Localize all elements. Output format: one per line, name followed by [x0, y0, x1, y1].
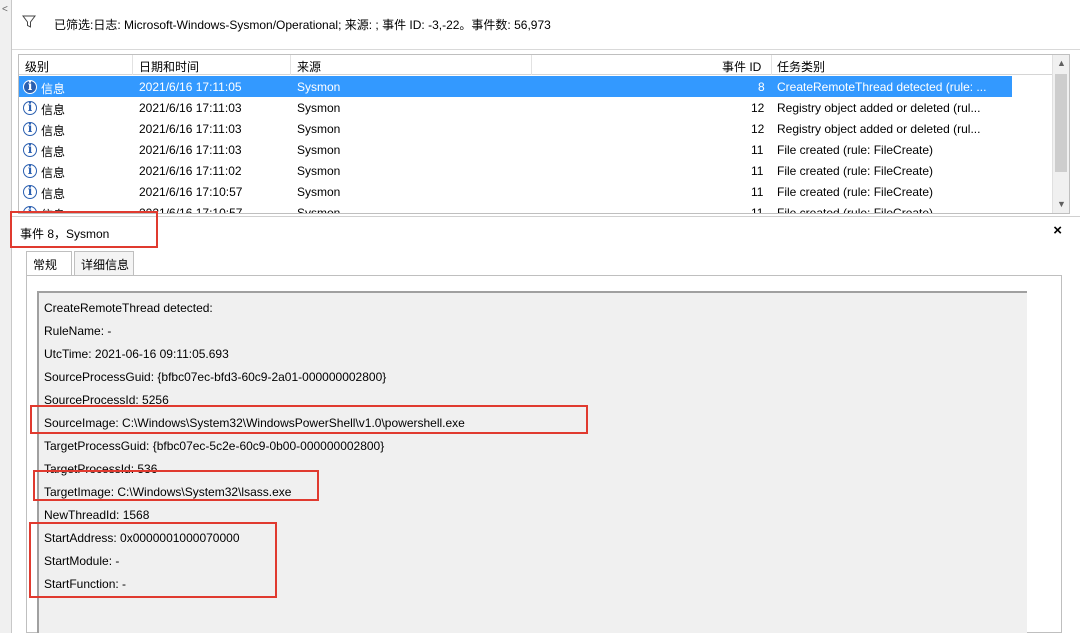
- highlight-box-target-image: [33, 470, 319, 501]
- table-row[interactable]: i 信息 2021/6/16 17:11:03 Sysmon 12 Regist…: [19, 97, 1053, 118]
- message-line: UtcTime: 2021-06-16 09:11:05.693: [44, 347, 229, 361]
- info-icon: i: [23, 185, 37, 199]
- row-task: File created (rule: FileCreate): [777, 164, 934, 178]
- row-level: 信息: [41, 166, 66, 180]
- message-line: TargetProcessGuid: {bfbc07ec-5c2e-60c9-0…: [44, 439, 385, 453]
- table-row[interactable]: i 信息 2021/6/16 17:10:57 Sysmon 11 File c…: [19, 181, 1053, 202]
- message-line: CreateRemoteThread detected:: [44, 301, 213, 315]
- row-event-id: 11: [751, 206, 764, 214]
- table-row[interactable]: i 信息 2021/6/16 17:11:02 Sysmon 11 File c…: [19, 160, 1053, 181]
- row-event-id: 11: [751, 185, 764, 199]
- row-datetime: 2021/6/16 17:11:02: [139, 164, 242, 178]
- row-source: Sysmon: [297, 101, 341, 115]
- highlight-box-source-image: [30, 405, 588, 434]
- message-line: NewThreadId: 1568: [44, 508, 150, 522]
- event-list-header: 级别 日期和时间 来源 事件 ID 任务类别: [19, 55, 1053, 75]
- info-icon: i: [23, 101, 37, 115]
- row-source: Sysmon: [297, 206, 341, 214]
- row-datetime: 2021/6/16 17:10:57: [139, 185, 243, 199]
- expand-arrow-icon[interactable]: <: [2, 4, 8, 15]
- filter-bar: 已筛选:日志: Microsoft-Windows-Sysmon/Operati…: [12, 0, 1080, 50]
- row-task: Registry object added or deleted (rul...: [777, 101, 981, 115]
- row-event-id: 12: [751, 101, 765, 115]
- row-datetime: 2021/6/16 17:11:03: [139, 143, 242, 157]
- message-line: SourceProcessGuid: {bfbc07ec-bfd3-60c9-2…: [44, 370, 387, 384]
- row-task: CreateRemoteThread detected (rule: ...: [777, 80, 987, 94]
- row-event-id: 12: [751, 122, 765, 136]
- row-datetime: 2021/6/16 17:11:03: [139, 101, 242, 115]
- message-line: RuleName: -: [44, 324, 112, 338]
- row-source: Sysmon: [297, 80, 341, 94]
- row-datetime: 2021/6/16 17:11:03: [139, 122, 242, 136]
- column-header-source[interactable]: 来源: [297, 58, 321, 74]
- row-datetime: 2021/6/16 17:11:05: [139, 80, 242, 94]
- highlight-box-start-info: [29, 522, 277, 598]
- table-row[interactable]: i 信息 2021/6/16 17:11:03 Sysmon 12 Regist…: [19, 118, 1053, 139]
- row-source: Sysmon: [297, 185, 341, 199]
- row-source: Sysmon: [297, 122, 341, 136]
- row-task: Registry object added or deleted (rul...: [777, 122, 981, 136]
- row-task: File created (rule: FileCreate): [777, 185, 934, 199]
- row-level: 信息: [41, 187, 66, 201]
- filter-icon: [22, 15, 36, 28]
- scroll-up-icon[interactable]: ▲: [1053, 55, 1069, 72]
- scroll-thumb[interactable]: [1055, 74, 1067, 172]
- row-source: Sysmon: [297, 164, 341, 178]
- row-level: 信息: [41, 124, 66, 138]
- row-level: 信息: [41, 82, 66, 96]
- row-level: 信息: [41, 103, 66, 117]
- row-event-id: 8: [758, 80, 765, 94]
- highlight-box-title: [10, 211, 158, 248]
- info-icon: i: [23, 80, 37, 94]
- row-task: File created (rule: FileCreate): [777, 206, 934, 214]
- info-icon: i: [23, 143, 37, 157]
- row-event-id: 11: [751, 143, 764, 157]
- row-event-id: 11: [751, 164, 764, 178]
- event-list[interactable]: 级别 日期和时间 来源 事件 ID 任务类别 i 信息 2021/6/16 17…: [18, 54, 1070, 214]
- close-icon[interactable]: ×: [1053, 222, 1062, 239]
- table-row[interactable]: i 信息 2021/6/16 17:11:05 Sysmon 8 CreateR…: [19, 76, 1012, 97]
- event-list-scrollbar[interactable]: ▲ ▼: [1052, 55, 1069, 213]
- table-row[interactable]: i 信息 2021/6/16 17:11:03 Sysmon 11 File c…: [19, 139, 1053, 160]
- tab-general[interactable]: 常规: [26, 251, 72, 276]
- info-icon: i: [23, 164, 37, 178]
- tab-details[interactable]: 详细信息: [74, 251, 134, 275]
- event-detail-header: 事件 8，Sysmon ×: [12, 216, 1080, 246]
- scroll-down-icon[interactable]: ▼: [1053, 196, 1069, 213]
- filter-summary: 已筛选:日志: Microsoft-Windows-Sysmon/Operati…: [54, 18, 551, 32]
- row-source: Sysmon: [297, 143, 341, 157]
- table-row[interactable]: i 信息 2021/6/16 17:10:57 Sysmon 11 File c…: [19, 202, 1053, 214]
- row-task: File created (rule: FileCreate): [777, 143, 934, 157]
- column-header-event-id[interactable]: 事件 ID: [722, 58, 761, 74]
- left-panel-edge: <: [0, 0, 12, 633]
- row-level: 信息: [41, 145, 66, 159]
- column-header-task[interactable]: 任务类别: [777, 58, 825, 74]
- column-header-datetime[interactable]: 日期和时间: [139, 58, 199, 74]
- info-icon: i: [23, 122, 37, 136]
- column-header-level[interactable]: 级别: [25, 58, 49, 74]
